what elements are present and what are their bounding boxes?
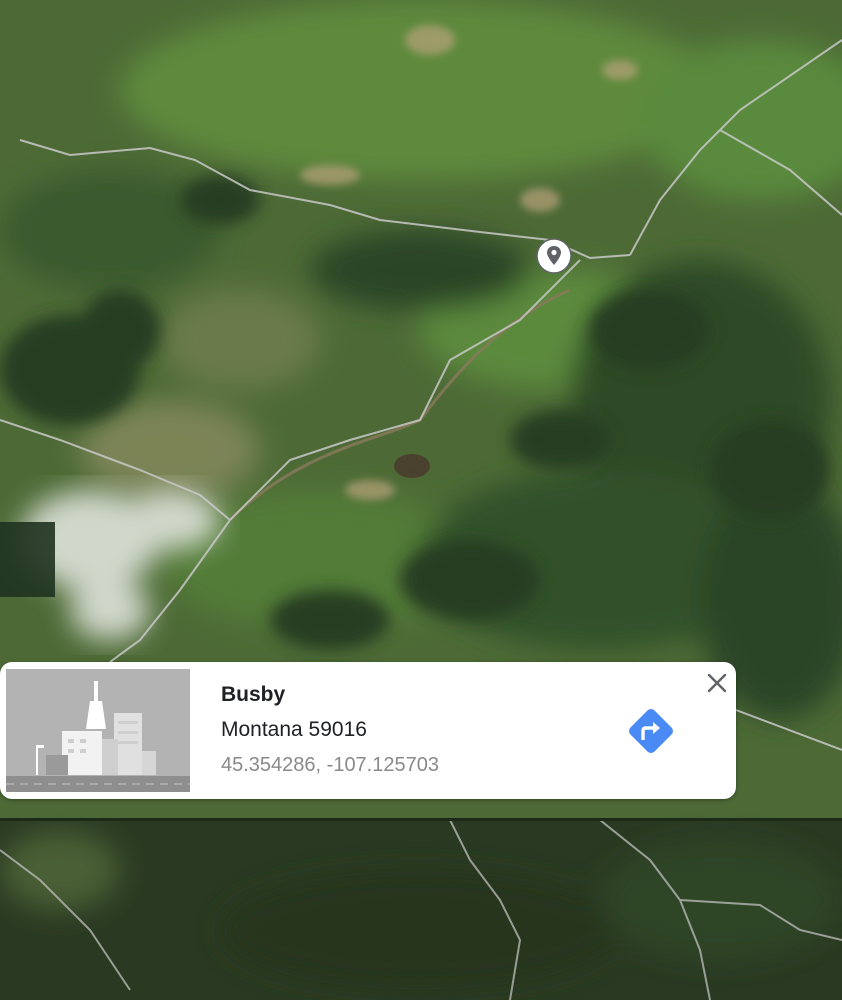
map-divider — [0, 818, 842, 821]
place-coordinates: 45.354286, -107.125703 — [221, 754, 439, 776]
place-address: Montana 59016 — [221, 718, 367, 741]
close-icon[interactable] — [704, 670, 730, 696]
location-pin-icon[interactable] — [535, 237, 573, 275]
city-placeholder-image — [6, 669, 190, 792]
directions-icon[interactable] — [622, 702, 680, 760]
satellite-map[interactable] — [0, 0, 842, 1000]
place-title: Busby — [221, 683, 286, 706]
